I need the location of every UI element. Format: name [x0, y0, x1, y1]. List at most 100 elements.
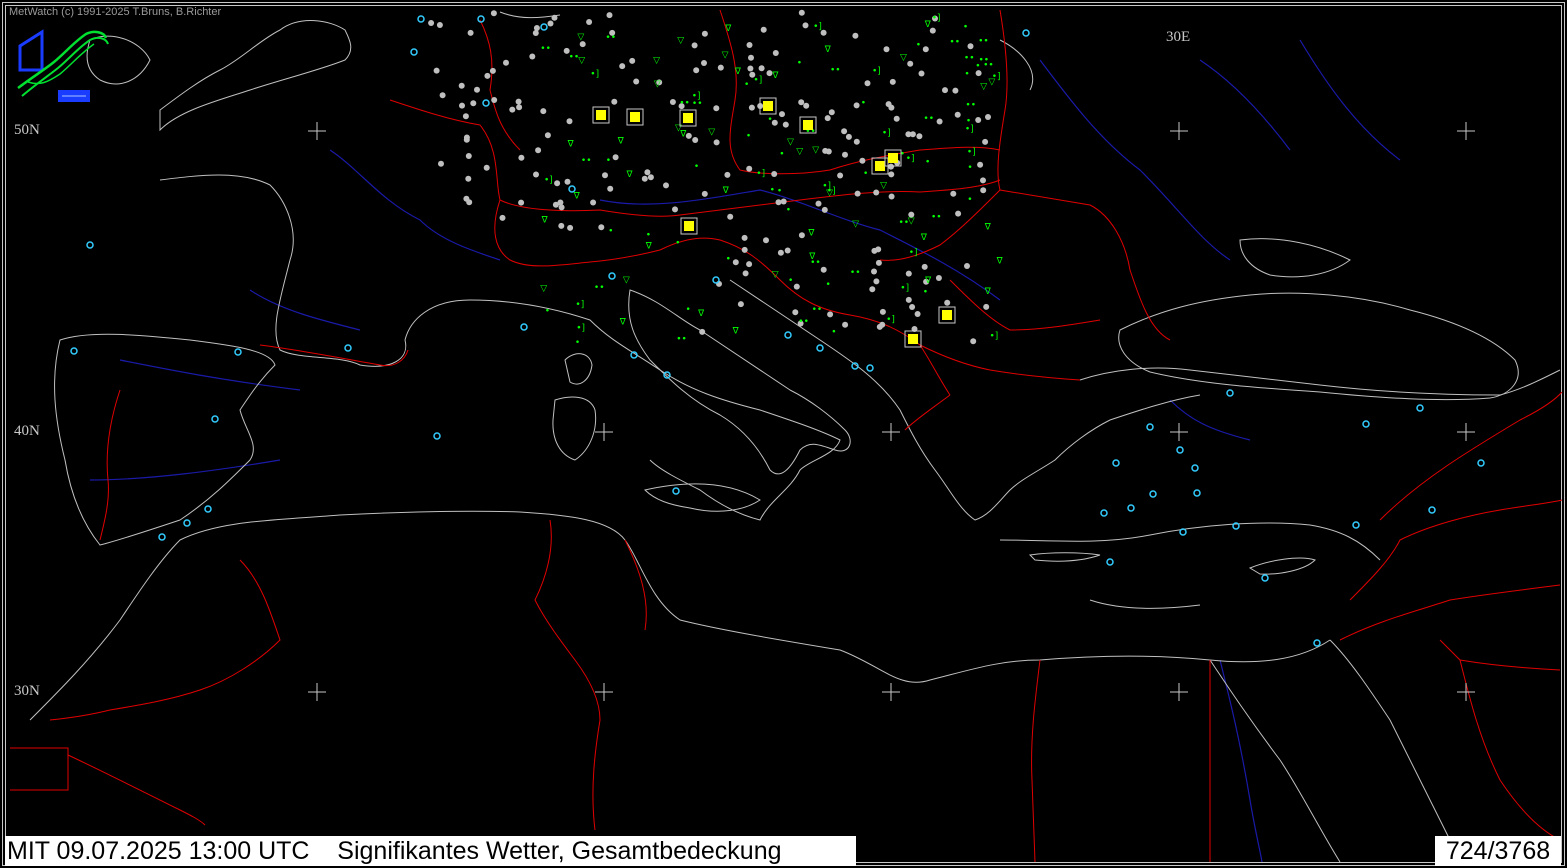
cloudy-station-marker — [489, 67, 496, 74]
cloudy-station-marker — [798, 9, 805, 16]
cloudy-station-marker — [532, 30, 539, 36]
cloudy-station-marker — [590, 199, 597, 206]
cloudy-station-marker — [732, 259, 739, 266]
cloudy-station-marker — [772, 50, 779, 56]
weather-symbol-marker: ∇ — [724, 24, 732, 34]
cloudy-station-marker — [672, 206, 678, 213]
fog-symbol-marker — [942, 310, 952, 320]
cloudy-station-marker — [907, 60, 914, 67]
cloudy-station-marker — [566, 118, 573, 125]
lat-label-40n: 40N — [14, 423, 40, 439]
weather-symbol-marker: ▽ — [980, 82, 987, 92]
weather-symbol-marker: • — [923, 288, 928, 298]
weather-symbol-marker: •• — [850, 268, 861, 278]
weather-symbol-marker: ▽ — [900, 53, 907, 63]
cloudy-station-marker — [633, 78, 640, 85]
cloudy-station-marker — [713, 105, 720, 112]
cloudy-station-marker — [852, 32, 859, 39]
weather-symbol-marker: • — [863, 169, 868, 179]
metwatch-logo — [17, 29, 109, 102]
weather-symbol-marker: ∇ — [734, 67, 742, 77]
cloudy-station-marker — [439, 92, 446, 99]
cloudy-station-marker — [433, 67, 440, 74]
weather-symbol-marker: ∇ — [996, 257, 1004, 267]
fog-symbol-marker — [803, 120, 813, 130]
cloudy-station-marker — [467, 29, 474, 36]
cloudy-station-marker — [869, 286, 876, 293]
cloudy-station-marker — [701, 60, 707, 66]
weather-symbol-marker: ▽ — [826, 188, 833, 198]
cloudy-station-marker — [463, 134, 470, 141]
cloudy-station-marker — [428, 20, 435, 26]
weather-symbol-marker: • — [777, 186, 782, 196]
weather-symbol-marker: •• — [676, 335, 687, 345]
cloudy-station-marker — [465, 175, 472, 182]
cloudy-station-marker — [724, 171, 731, 178]
cloudy-station-marker — [821, 206, 828, 213]
cloudy-station-marker — [950, 190, 957, 197]
cloudy-station-marker — [509, 106, 516, 113]
cloudy-station-marker — [607, 185, 614, 192]
cloudy-station-marker — [822, 147, 829, 154]
weather-symbol-marker: ▽ — [852, 220, 859, 230]
weather-symbol-marker: • — [966, 116, 971, 126]
weather-symbol-marker: • — [861, 99, 866, 109]
cloudy-station-marker — [713, 139, 720, 146]
cloudy-station-marker — [717, 64, 724, 71]
cloudy-station-marker — [905, 270, 912, 277]
weather-symbol-marker: ▽ — [708, 127, 715, 137]
cloudy-station-marker — [564, 178, 571, 185]
weather-symbol-marker: •• — [540, 44, 551, 54]
cloudy-station-marker — [558, 222, 565, 229]
weather-symbol-marker: •] — [576, 323, 585, 333]
copyright-text: MetWatch (c) 1991-2025 T.Bruns, B.Richte… — [9, 6, 222, 18]
cloudy-station-marker — [692, 137, 699, 143]
cloudy-station-marker — [612, 154, 619, 161]
cloudy-station-marker — [888, 163, 894, 170]
weather-symbol-marker: ∇ — [567, 140, 575, 150]
weather-symbol-marker: ▽ — [577, 32, 584, 42]
weather-symbol-marker: • — [788, 276, 793, 286]
weather-symbol-marker: •] — [575, 300, 584, 310]
cloudy-station-marker — [516, 104, 523, 111]
cloudy-station-marker — [518, 154, 525, 161]
cloudy-station-marker — [602, 172, 608, 179]
cloudy-station-marker — [802, 22, 809, 29]
cloudy-station-marker — [515, 98, 522, 105]
weather-symbol-marker: •] — [932, 13, 941, 23]
cloudy-station-marker — [533, 171, 539, 178]
cloudy-station-marker — [980, 177, 986, 184]
weather-symbol-marker: ∇ — [679, 130, 687, 140]
cloudy-station-marker — [792, 309, 799, 316]
cloudy-station-marker — [470, 100, 477, 107]
weather-symbol-marker: •• — [581, 156, 592, 166]
cloudy-station-marker — [551, 14, 558, 21]
weather-symbol-marker: ∇ — [808, 252, 816, 262]
cloudy-station-marker — [842, 151, 848, 158]
cloudy-station-marker — [490, 10, 497, 17]
cloudy-station-marker — [837, 172, 844, 179]
cloudy-station-marker — [483, 164, 490, 171]
weather-symbol-marker: • — [797, 59, 802, 69]
weather-symbol-marker: •] — [544, 175, 553, 185]
weather-symbol-marker: ∇ — [984, 223, 992, 233]
cloudy-station-marker — [775, 199, 782, 206]
weather-symbol-marker: ∇ — [920, 233, 928, 243]
cloudy-station-marker — [893, 115, 900, 122]
weather-symbol-marker: •] — [990, 332, 999, 342]
cloudy-station-marker — [518, 199, 525, 206]
map-frame: •• • ▽ •] ∇ •] ∇ •] ∇ ▽ •• • ▽ •• • •] •] ▽ • •• •• ∇ • •• • •• ▽ ▽… — [0, 0, 1567, 868]
weather-symbol-marker: •] — [756, 169, 765, 179]
cloudy-station-marker — [889, 78, 896, 85]
cloudy-station-marker — [438, 160, 444, 167]
weather-symbol-marker: • — [967, 195, 972, 205]
cloudy-station-marker — [842, 321, 849, 328]
cloudy-station-marker — [647, 174, 654, 181]
weather-symbol-marker: ▽ — [812, 145, 819, 155]
cloudy-station-marker — [964, 263, 970, 269]
weather-symbol-marker: ▽ — [880, 181, 887, 191]
weather-map[interactable]: •••▽•]∇•]∇•]∇▽••• ▽••••]•]▽•••••∇• •••••▽▽… — [0, 0, 1567, 868]
weather-symbol-marker: ▽ — [654, 80, 661, 90]
cloudy-station-marker — [701, 30, 708, 37]
cloudy-station-marker — [746, 261, 753, 268]
